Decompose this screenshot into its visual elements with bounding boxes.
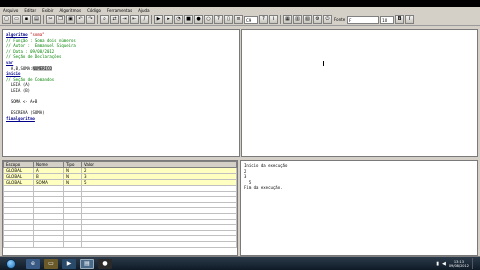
code-token: // Data : 09/08/2012 (6, 48, 55, 54)
menu-bar: Arquivo Editar Exibir Algoritmos Código … (0, 7, 480, 14)
code-line[interactable]: fimalgoritmo (6, 116, 236, 122)
toolbar: ▢ ▭ ▪ ▤ ✂ ❐ ▣ ↶ ↷ ⌕ ⇄ ⇥ ⇤ / ▶ ▸ ◔ ■ ● ○ … (0, 14, 480, 26)
toolbar-separator (43, 15, 44, 24)
code-token: ESCREVA (SOMA) (6, 110, 45, 116)
code-token: // Seção de Comandos (6, 76, 55, 82)
code-token: A,B,SOMA: (6, 65, 33, 71)
toolbar-separator (151, 15, 152, 24)
cut-icon[interactable]: ✂ (46, 15, 55, 24)
menu-ajuda[interactable]: Ajuda (137, 8, 150, 13)
random-values-icon[interactable]: ? (214, 15, 223, 24)
output-console: Início da execução 2 3 5 Fim da execução. (240, 160, 478, 256)
undo-icon[interactable]: ↶ (76, 15, 85, 24)
system-tray: ▮ ◀ 13:13 09/08/2012 (436, 258, 478, 269)
code-token: // Seção de Declarações (6, 54, 62, 60)
code-token: "soma" (30, 32, 45, 37)
code-editor[interactable]: algoritmo "soma"// Função : Soma dois nú… (2, 29, 240, 157)
indent-icon[interactable]: ⇥ (120, 15, 129, 24)
menu-codigo[interactable]: Código (86, 8, 102, 13)
code-token: algoritmo (6, 32, 28, 37)
code-token: var (6, 59, 14, 65)
timer-icon[interactable]: ◔ (174, 15, 183, 24)
print-icon[interactable]: ▤ (32, 15, 41, 24)
replace-icon[interactable]: ⇄ (110, 15, 119, 24)
empty-table-cell (33, 240, 64, 248)
code-token: fimalgoritmo (6, 115, 35, 121)
code-token: // Autor : Emmanuel Siqueira (6, 43, 76, 49)
menu-arquivo[interactable]: Arquivo (2, 8, 19, 13)
toolbar-separator (97, 15, 98, 24)
dos-icon[interactable]: ▯ (224, 15, 233, 24)
save-icon[interactable]: ▪ (22, 15, 31, 24)
clear-breakpoints-icon[interactable]: ○ (204, 15, 213, 24)
code-token: LEIA (B) (6, 87, 31, 93)
exit-icon[interactable]: ⏻ (323, 15, 332, 24)
menu-editar[interactable]: Editar (23, 8, 37, 13)
stop-icon[interactable]: ■ (184, 15, 193, 24)
outdent-icon[interactable]: ⇤ (130, 15, 139, 24)
zoom-select[interactable]: C9 (244, 15, 258, 24)
bold-icon[interactable]: B (395, 15, 405, 24)
network-icon[interactable]: ▮ (436, 261, 439, 267)
visualg-window: Arquivo Editar Exibir Algoritmos Código … (0, 7, 480, 262)
empty-table-cell (3, 240, 34, 248)
new-file-icon[interactable]: ▢ (2, 15, 11, 24)
code-token: SOMA <- A+B (6, 99, 38, 105)
ascii-table-icon[interactable]: ▧ (303, 15, 312, 24)
right-panel (241, 29, 478, 157)
empty-table-row (3, 240, 237, 248)
info-icon[interactable]: i (269, 15, 278, 24)
search-icon[interactable]: ⌕ (100, 15, 109, 24)
font-select[interactable]: F (347, 15, 380, 24)
open-folder-icon[interactable]: ▭ (12, 15, 21, 24)
comment-icon[interactable]: / (140, 15, 149, 24)
ie-icon[interactable]: e (26, 258, 40, 269)
step-icon[interactable]: ▸ (164, 15, 173, 24)
empty-table-cell (81, 240, 237, 248)
visualg-taskbar-icon[interactable]: ▤ (80, 258, 94, 269)
volume-icon[interactable]: ◀ (442, 261, 446, 267)
paste-icon[interactable]: ▣ (66, 15, 75, 24)
recorder-icon[interactable]: ● (98, 258, 112, 269)
code-token: NUMERICO (32, 65, 52, 71)
grid-icon[interactable]: ▦ (283, 15, 292, 24)
variables-table: Escopo Nome Tipo Valor GLOBAL A N 2 GLOBAL B N… (3, 161, 237, 248)
breakpoint-icon[interactable]: ● (194, 15, 203, 24)
variables-icon[interactable]: ≡ (234, 15, 243, 24)
settings-icon[interactable]: ⚙ (313, 15, 322, 24)
help-icon[interactable]: ? (259, 15, 268, 24)
media-player-icon[interactable]: ▶ (62, 258, 76, 269)
empty-table-cell (63, 240, 82, 248)
calculator-icon[interactable]: ▥ (293, 15, 302, 24)
output-line: Fim da execução. (244, 185, 283, 191)
start-button[interactable] (6, 258, 16, 269)
font-label: Fonte (334, 17, 346, 22)
redo-icon[interactable]: ↷ (86, 15, 95, 24)
show-desktop-button[interactable] (472, 258, 478, 269)
code-token: // Função : Soma dois números (6, 37, 76, 43)
menu-algoritmos[interactable]: Algoritmos (58, 8, 82, 13)
clock-date: 09/08/2012 (448, 263, 469, 268)
menu-exibir[interactable]: Exibir (41, 8, 54, 13)
variables-panel: Escopo Nome Tipo Valor GLOBAL A N 2 GLOBAL B N… (2, 160, 238, 256)
windows-taskbar: e ▭ ▶ ▤ ● ▮ ◀ 13:13 09/08/2012 (0, 257, 480, 270)
italic-icon[interactable]: I (405, 15, 415, 24)
copy-icon[interactable]: ❐ (56, 15, 65, 24)
text-cursor (323, 61, 324, 66)
clock[interactable]: 13:13 09/08/2012 (449, 260, 469, 268)
top-black-bar (0, 0, 480, 7)
menu-ferramentas[interactable]: Ferramentas (106, 8, 133, 13)
screen: Arquivo Editar Exibir Algoritmos Código … (0, 0, 480, 270)
code-token: inicio (6, 71, 21, 77)
run-icon[interactable]: ▶ (154, 15, 163, 24)
toolbar-separator (280, 15, 281, 24)
explorer-icon[interactable]: ▭ (44, 258, 58, 269)
code-token: LEIA (A) (6, 82, 31, 88)
font-size-select[interactable]: 10 (380, 15, 395, 24)
